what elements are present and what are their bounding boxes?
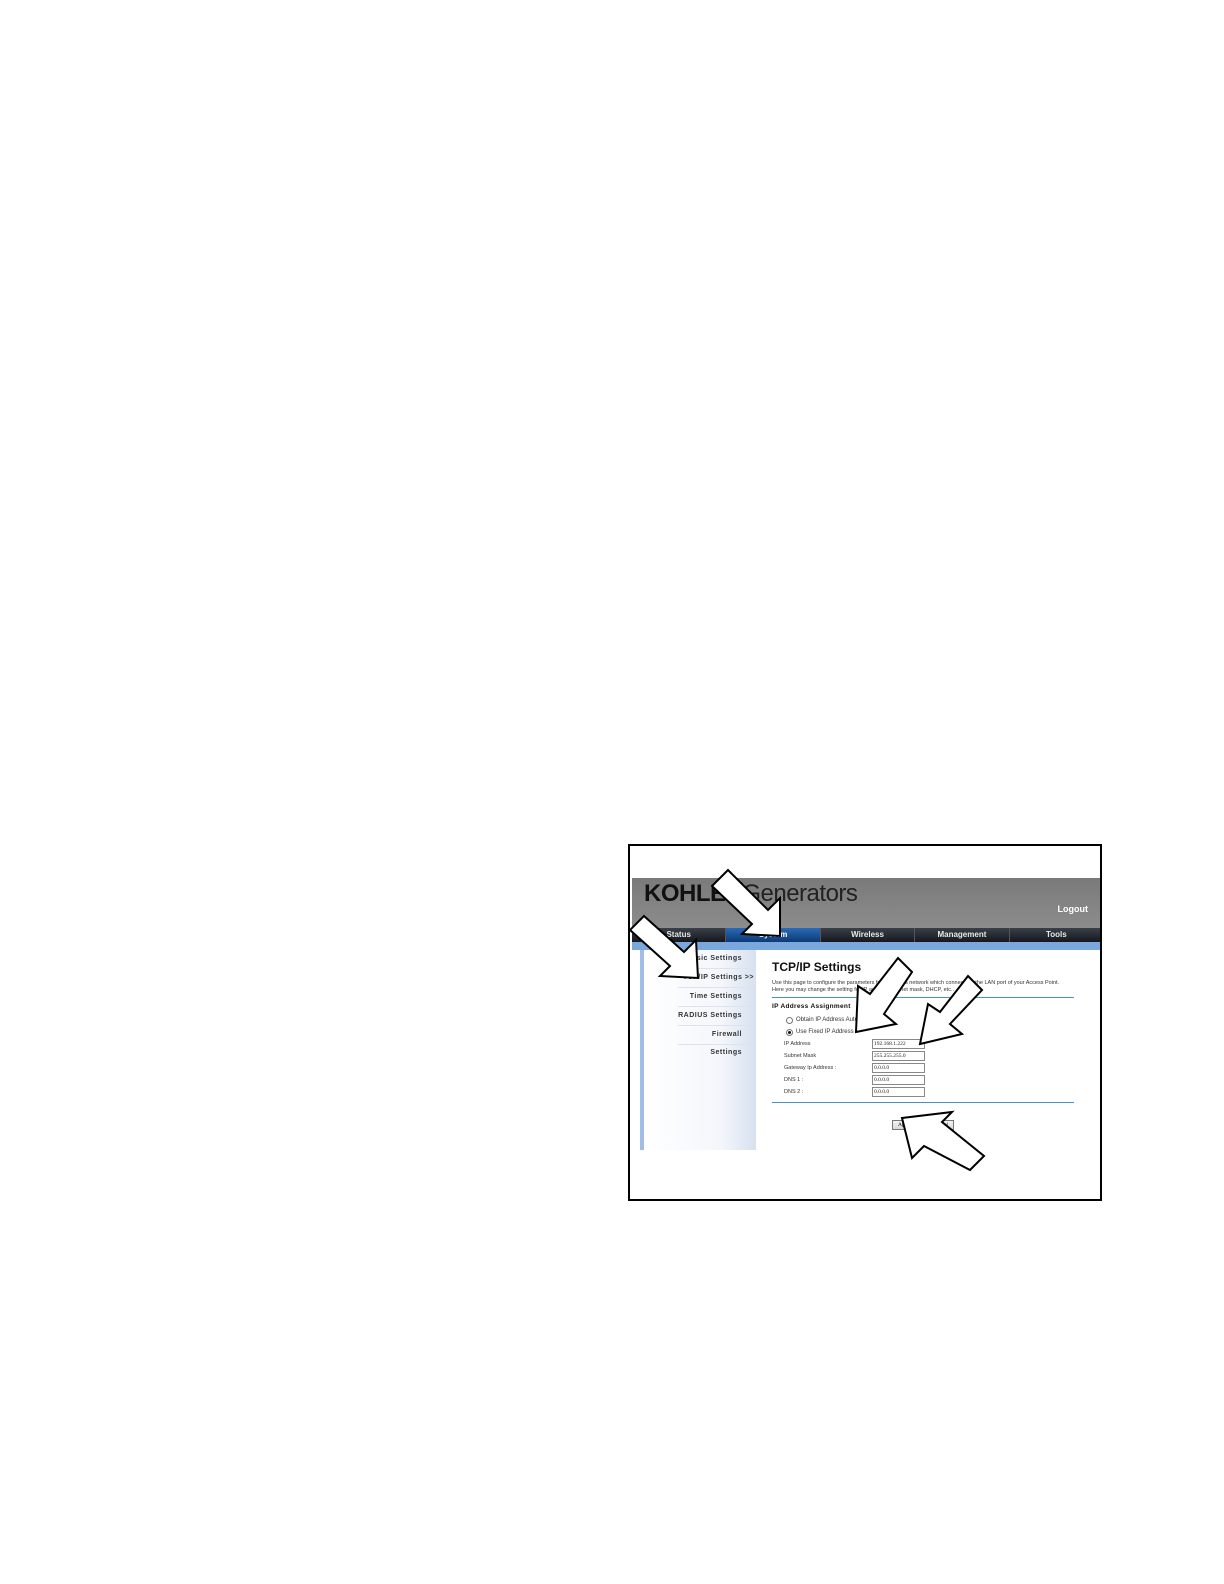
arrow-icon <box>630 914 700 980</box>
arrow-icon <box>900 1110 986 1172</box>
screenshot-figure: KOHLERGenerators Logout Status System Wi… <box>628 844 1102 1201</box>
arrow-icon <box>918 974 984 1046</box>
arrow-icon <box>854 956 914 1034</box>
callout-arrows <box>630 868 986 1172</box>
arrow-icon <box>710 868 781 938</box>
